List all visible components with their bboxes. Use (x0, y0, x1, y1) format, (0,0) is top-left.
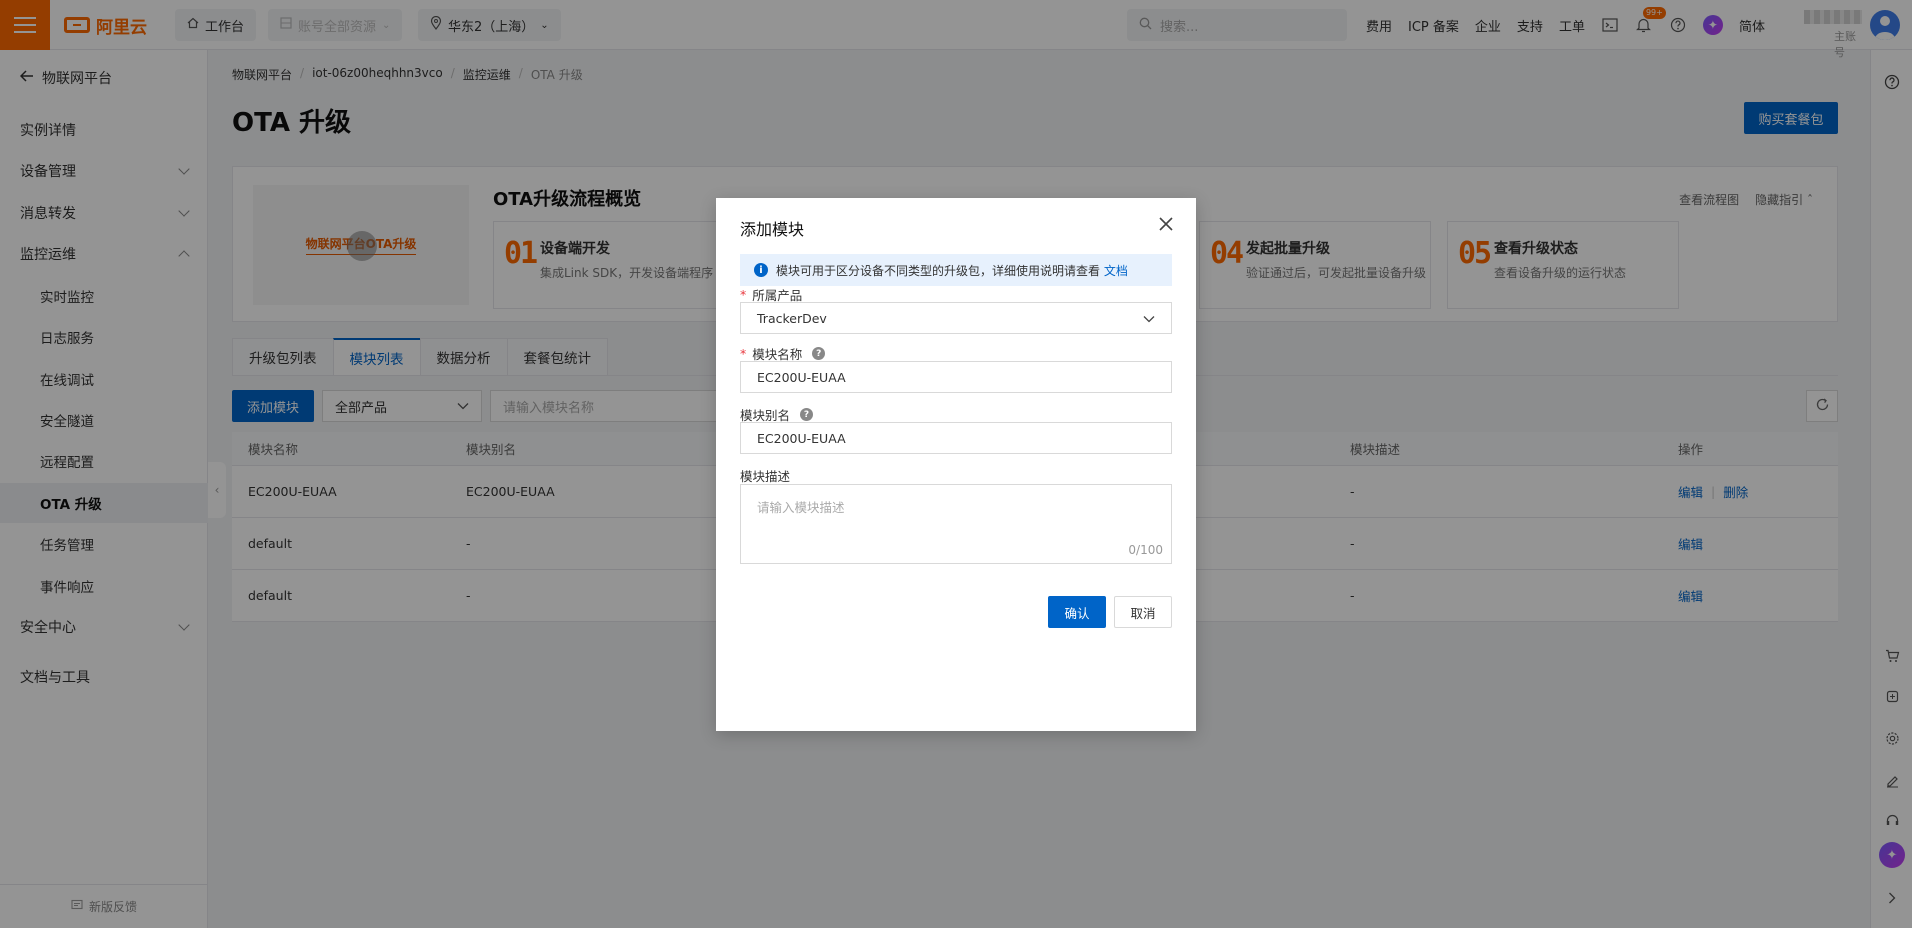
info-message: 模块可用于区分设备不同类型的升级包，详细使用说明请查看 (776, 263, 1101, 278)
required-asterisk: * (740, 287, 747, 302)
confirm-button[interactable]: 确认 (1048, 596, 1106, 628)
module-alias-value: EC200U-EUAA (757, 430, 846, 446)
add-module-dialog: 添加模块 i 模块可用于区分设备不同类型的升级包，详细使用说明请查看 文档 * … (716, 198, 1196, 731)
help-icon[interactable]: ? (800, 408, 814, 421)
close-icon[interactable] (1156, 214, 1176, 234)
info-icon: i (754, 263, 768, 277)
char-counter: 0/100 (1128, 543, 1163, 557)
module-desc-field-label: 模块描述 (740, 466, 790, 485)
info-notice: i 模块可用于区分设备不同类型的升级包，详细使用说明请查看 文档 (740, 254, 1172, 286)
cancel-button[interactable]: 取消 (1114, 596, 1172, 628)
info-text: 模块可用于区分设备不同类型的升级包，详细使用说明请查看 文档 (776, 262, 1128, 279)
chevron-down-icon (1143, 311, 1155, 326)
product-select[interactable]: TrackerDev (740, 302, 1172, 334)
dialog-title: 添加模块 (740, 220, 805, 239)
module-name-value: EC200U-EUAA (757, 369, 846, 385)
module-alias-input[interactable]: EC200U-EUAA (740, 422, 1172, 454)
module-desc-textarea[interactable]: 请输入模块描述 0/100 (740, 484, 1172, 564)
required-asterisk: * (740, 346, 747, 361)
help-icon[interactable]: ? (812, 347, 826, 360)
product-select-value: TrackerDev (757, 310, 827, 326)
docs-link[interactable]: 文档 (1104, 264, 1128, 278)
module-name-input[interactable]: EC200U-EUAA (740, 361, 1172, 393)
module-desc-label-text: 模块描述 (740, 469, 791, 484)
module-desc-placeholder: 请输入模块描述 (757, 500, 845, 515)
